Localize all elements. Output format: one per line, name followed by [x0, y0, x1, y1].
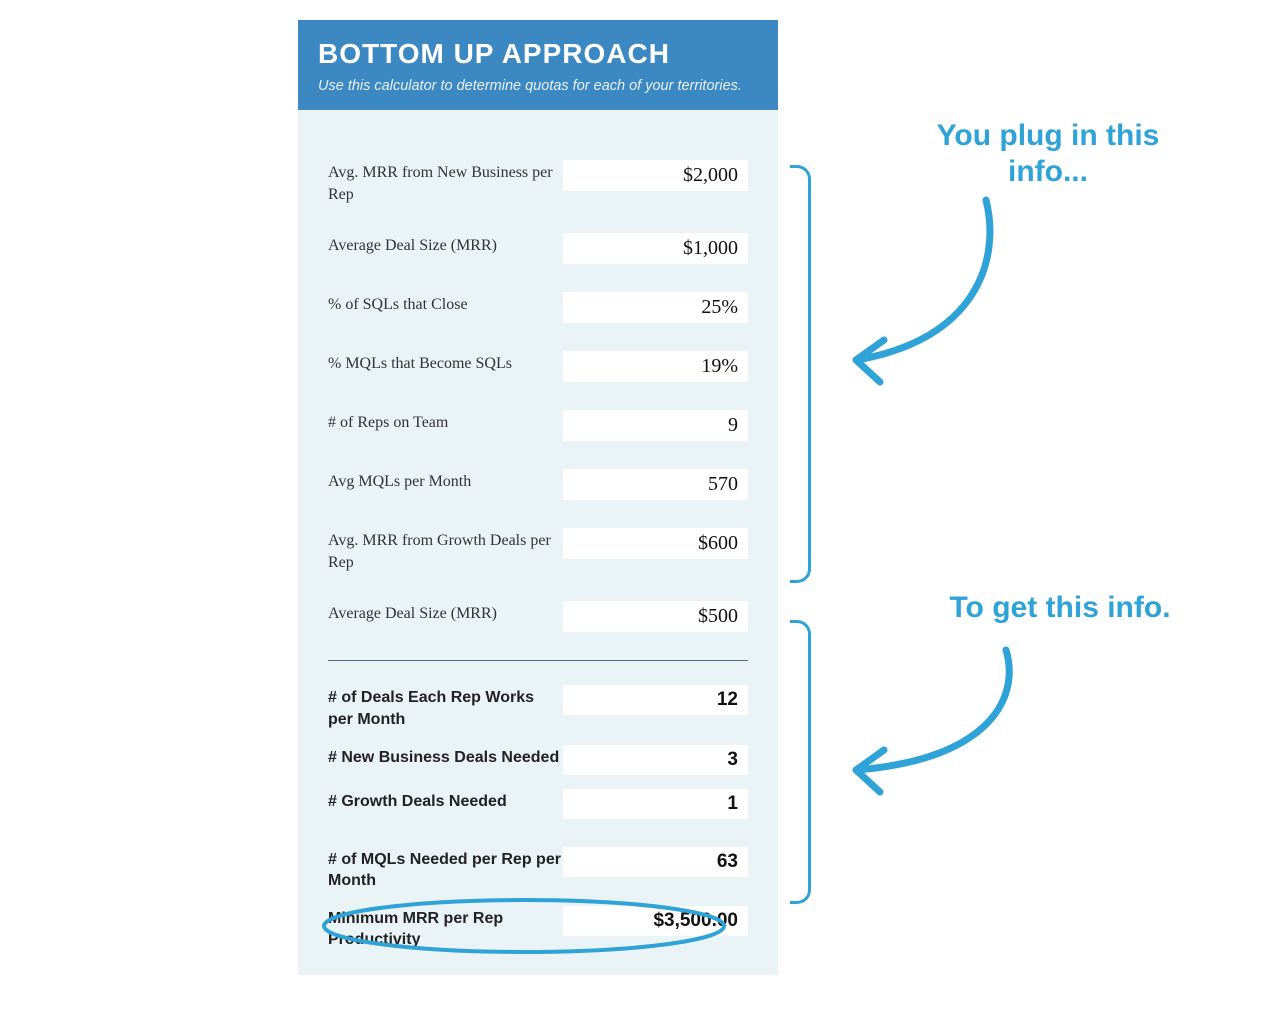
value-avg-mrr-growth[interactable]: $600 — [563, 528, 748, 559]
value-deals: 12 — [563, 685, 748, 715]
label-avg-mrr-growth: Avg. MRR from Growth Deals per Rep — [328, 528, 563, 573]
input-row-avg-deal-size: Average Deal Size (MRR) $1,000 — [328, 233, 748, 264]
label-mqls-needed: # of MQLs Needed per Rep per Month — [328, 847, 563, 892]
label-new-biz: # New Business Deals Needed — [328, 745, 563, 769]
label-mqls: Avg MQLs per Month — [328, 469, 563, 493]
input-bracket-icon — [790, 165, 811, 583]
output-row-min-mrr: Minimum MRR per Rep Productivity $3,500.… — [328, 906, 748, 951]
annotation-get-info: To get this info. — [910, 590, 1210, 626]
panel-header: BOTTOM UP APPROACH Use this calculator t… — [298, 20, 778, 110]
value-avg-deal-size-2[interactable]: $500 — [563, 601, 748, 632]
input-row-avg-mrr-growth: Avg. MRR from Growth Deals per Rep $600 — [328, 528, 748, 573]
arrow-bottom-icon — [826, 640, 1026, 840]
input-row-mqls: Avg MQLs per Month 570 — [328, 469, 748, 500]
label-min-mrr: Minimum MRR per Rep Productivity — [328, 906, 563, 951]
section-divider — [328, 660, 748, 661]
calculator-panel: BOTTOM UP APPROACH Use this calculator t… — [298, 20, 778, 975]
output-row-growth: # Growth Deals Needed 1 — [328, 789, 748, 819]
output-row-mqls-needed: # of MQLs Needed per Rep per Month 63 — [328, 847, 748, 892]
value-avg-deal-size[interactable]: $1,000 — [563, 233, 748, 264]
annotation-plug-in: You plug in this info... — [918, 118, 1178, 190]
panel-body: Avg. MRR from New Business per Rep $2,00… — [298, 110, 778, 995]
label-reps: # of Reps on Team — [328, 410, 563, 434]
panel-title: BOTTOM UP APPROACH — [318, 38, 758, 70]
output-bracket-icon — [790, 620, 811, 904]
output-row-deals: # of Deals Each Rep Works per Month 12 — [328, 685, 748, 730]
label-avg-deal-size: Average Deal Size (MRR) — [328, 233, 563, 257]
label-growth: # Growth Deals Needed — [328, 789, 563, 813]
input-row-avg-mrr-new: Avg. MRR from New Business per Rep $2,00… — [328, 160, 748, 205]
value-avg-mrr-new[interactable]: $2,000 — [563, 160, 748, 191]
label-avg-deal-size-2: Average Deal Size (MRR) — [328, 601, 563, 625]
value-min-mrr: $3,500.00 — [563, 906, 748, 936]
value-new-biz: 3 — [563, 745, 748, 775]
value-mql-sql[interactable]: 19% — [563, 351, 748, 382]
value-growth: 1 — [563, 789, 748, 819]
value-sql-close[interactable]: 25% — [563, 292, 748, 323]
output-row-new-biz: # New Business Deals Needed 3 — [328, 745, 748, 775]
input-row-reps: # of Reps on Team 9 — [328, 410, 748, 441]
label-avg-mrr-new: Avg. MRR from New Business per Rep — [328, 160, 563, 205]
label-sql-close: % of SQLs that Close — [328, 292, 563, 316]
arrow-top-icon — [826, 190, 1006, 400]
value-mqls-needed: 63 — [563, 847, 748, 877]
input-row-mql-sql: % MQLs that Become SQLs 19% — [328, 351, 748, 382]
input-row-avg-deal-size-2: Average Deal Size (MRR) $500 — [328, 601, 748, 632]
label-mql-sql: % MQLs that Become SQLs — [328, 351, 563, 375]
value-mqls[interactable]: 570 — [563, 469, 748, 500]
panel-subtitle: Use this calculator to determine quotas … — [318, 78, 758, 94]
input-row-sql-close: % of SQLs that Close 25% — [328, 292, 748, 323]
label-deals: # of Deals Each Rep Works per Month — [328, 685, 563, 730]
value-reps[interactable]: 9 — [563, 410, 748, 441]
